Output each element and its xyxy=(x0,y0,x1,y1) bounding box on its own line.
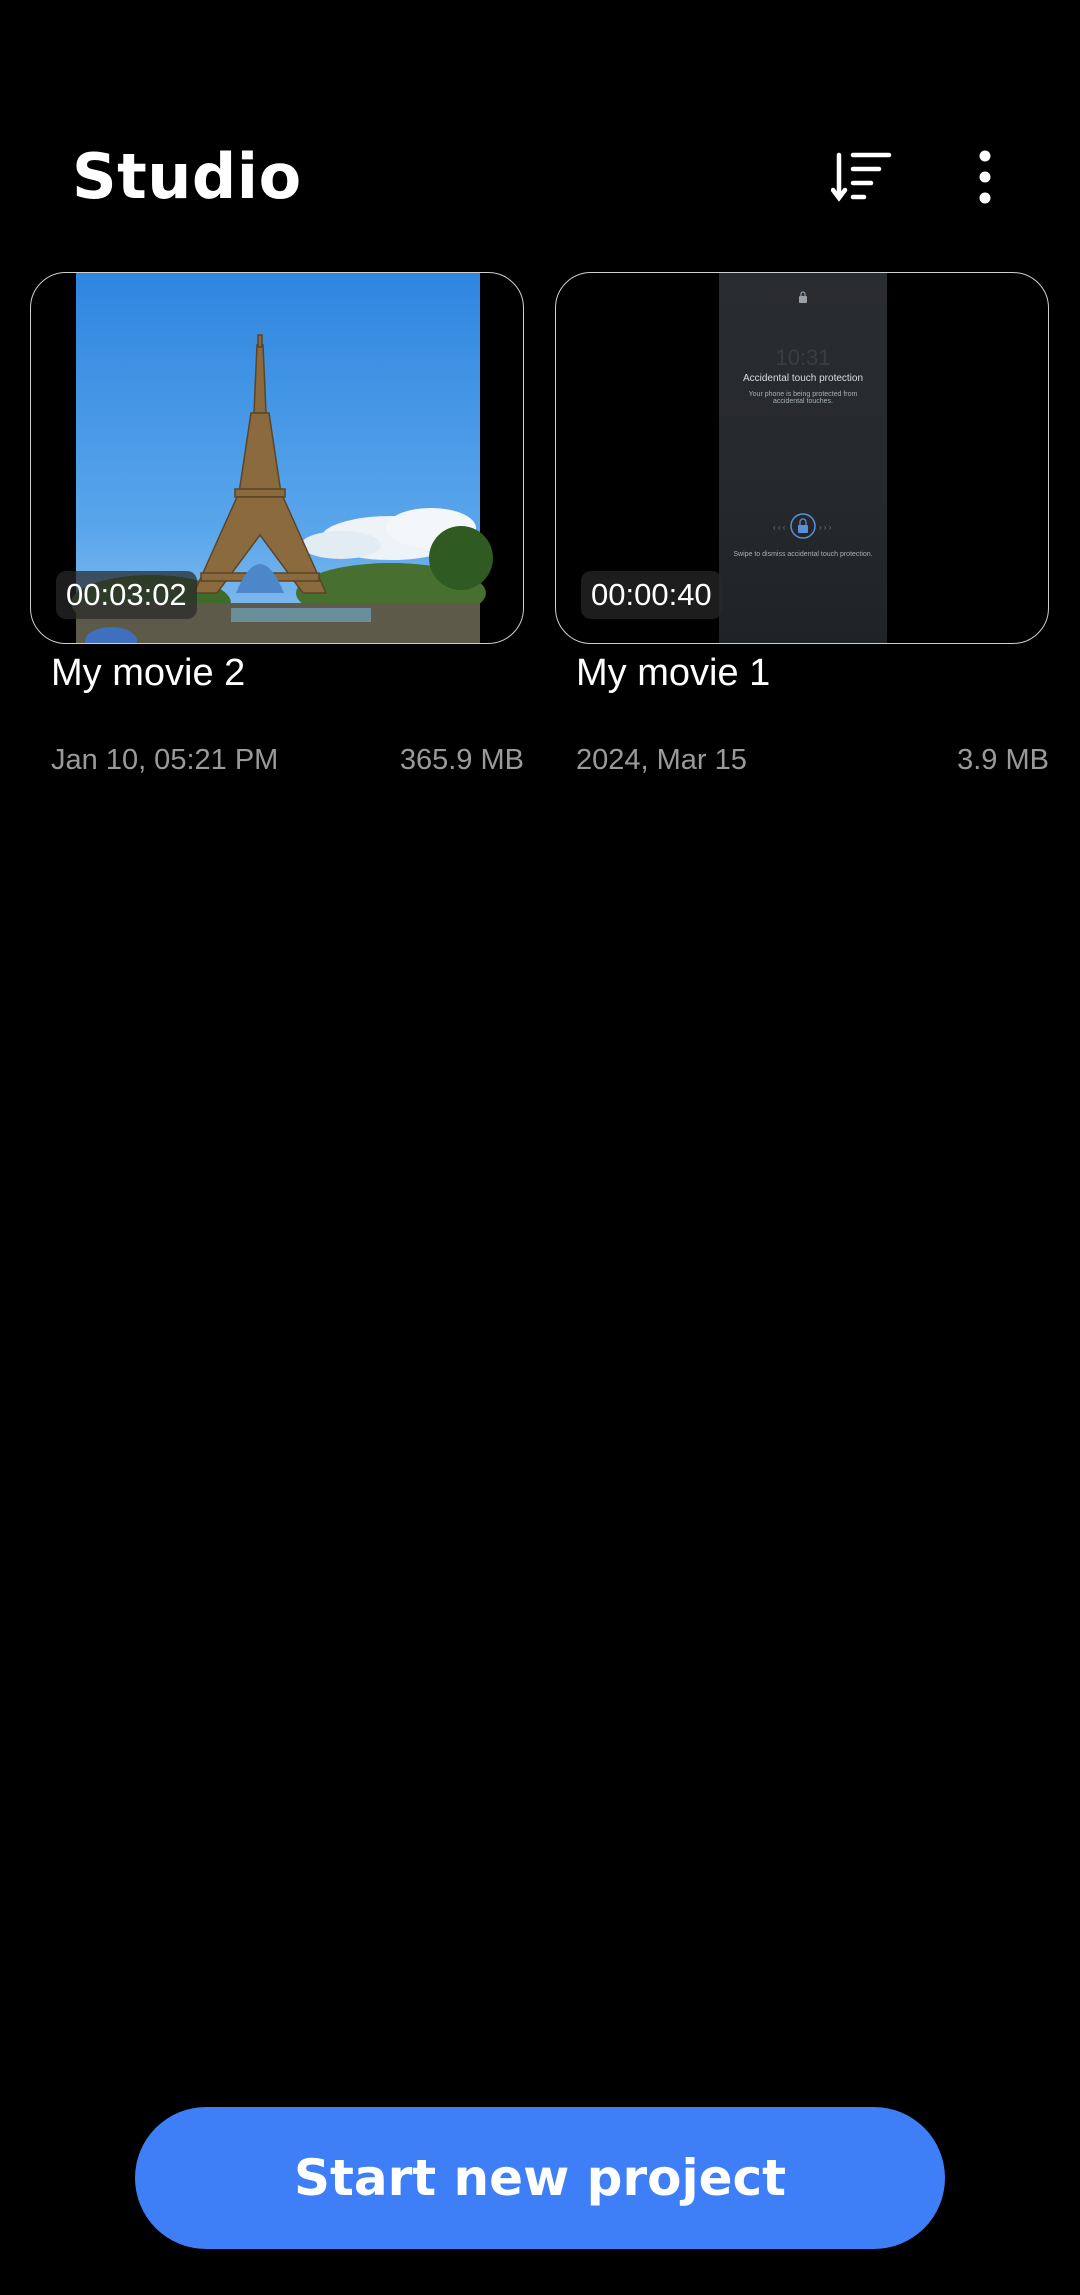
preview-body: Your phone is being protected from accid… xyxy=(748,391,858,405)
sort-button[interactable] xyxy=(818,132,908,222)
duration-badge: 00:00:40 xyxy=(581,571,722,619)
lock-icon xyxy=(799,291,807,303)
project-thumbnail[interactable]: 10:31 Accidental touch protection Your p… xyxy=(555,272,1049,644)
project-date: Jan 10, 05:21 PM xyxy=(51,744,279,776)
project-card[interactable]: 10:31 Accidental touch protection Your p… xyxy=(555,272,1049,776)
start-new-project-button[interactable]: Start new project xyxy=(135,2107,945,2249)
more-vert-icon xyxy=(979,150,991,204)
preview-clock: 10:31 xyxy=(775,345,831,370)
project-thumbnail[interactable]: 00:03:02 xyxy=(30,272,524,644)
page-title: Studio xyxy=(72,140,302,213)
sort-icon xyxy=(831,152,892,202)
lock-screen-preview: 10:31 Accidental touch protection Your p… xyxy=(719,273,887,643)
svg-text:› › ›: › › › xyxy=(819,523,832,532)
duration-badge: 00:03:02 xyxy=(56,571,197,619)
header: Studio xyxy=(0,0,1080,260)
project-size: 3.9 MB xyxy=(957,744,1049,776)
project-card[interactable]: 00:03:02 My movie 2 Jan 10, 05:21 PM 365… xyxy=(30,272,524,776)
project-date: 2024, Mar 15 xyxy=(576,744,747,776)
project-title: My movie 2 xyxy=(51,652,246,694)
svg-text:‹ ‹ ‹: ‹ ‹ ‹ xyxy=(773,523,786,532)
preview-footer: Swipe to dismiss accidental touch protec… xyxy=(733,551,873,558)
unlock-circle-icon: ‹ ‹ ‹ › › › xyxy=(773,513,832,539)
project-size: 365.9 MB xyxy=(399,744,524,776)
more-options-button[interactable] xyxy=(940,132,1030,222)
studio-screen: Studio 00:03:02 My movie 2 Jan 10, 05:21… xyxy=(0,0,1080,2295)
preview-heading: Accidental touch protection xyxy=(742,373,864,384)
project-title: My movie 1 xyxy=(576,652,771,694)
